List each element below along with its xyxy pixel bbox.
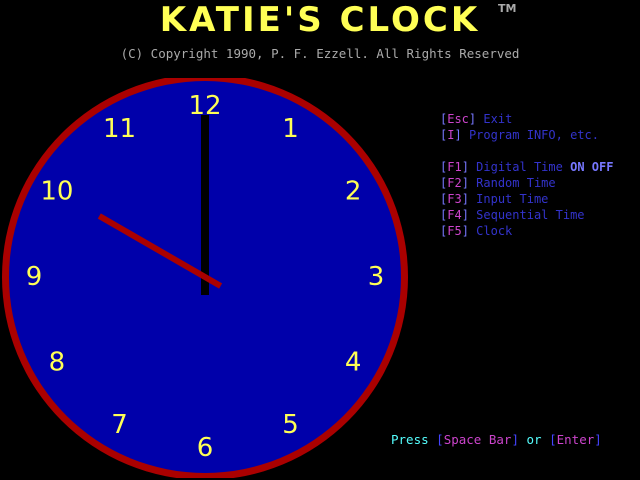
clock-numeral-7: 7 [111,410,128,440]
screen: KATIE'S CLOCK TM (C) Copyright 1990, P. … [0,0,640,480]
menu-key: F2 [447,176,462,190]
menu-label: Random Time [476,176,556,190]
analog-clock: 121234567891011 [2,78,408,478]
copyright-notice: (C) Copyright 1990, P. F. Ezzell. All Ri… [120,46,520,61]
enter-key[interactable]: Enter [557,432,595,447]
trademark-mark: TM [498,2,517,15]
clock-numeral-1: 1 [282,114,299,144]
menu-item-exit[interactable]: [Esc] Exit [440,111,613,127]
menu-key: F3 [447,192,462,206]
menu-label: Exit [483,112,513,126]
prompt-press: Press [391,432,429,447]
continue-prompt: Press [Space Bar] or [Enter] [391,432,602,447]
menu-label: Digital Time [476,160,563,174]
menu-item-clock[interactable]: [F5] Clock [440,223,613,239]
digital-off-toggle[interactable]: OFF [592,160,614,174]
menu-item-digital-time[interactable]: [F1] Digital Time ON OFF [440,159,613,175]
menu-label: Clock [476,224,513,238]
menu-item-input-time[interactable]: [F3] Input Time [440,191,613,207]
menu-key: F1 [447,160,462,174]
clock-numeral-11: 11 [103,114,136,144]
clock-numeral-9: 9 [26,262,43,292]
clock-numeral-8: 8 [49,348,66,378]
digital-on-toggle[interactable]: ON [570,160,584,174]
menu-key: F4 [447,208,462,222]
clock-numeral-6: 6 [197,433,214,463]
clock-numeral-5: 5 [282,410,299,440]
menu-label: Program INFO, etc. [468,128,599,142]
clock-numeral-4: 4 [345,348,362,378]
menu-item-sequential-time[interactable]: [F4] Sequential Time [440,207,613,223]
prompt-or: or [526,432,542,447]
menu-key: F5 [447,224,462,238]
clock-numeral-3: 3 [368,262,385,292]
space-bar-key[interactable]: Space Bar [444,432,512,447]
menu-key: Esc [447,112,469,126]
app-title: KATIE'S CLOCK [159,0,481,40]
clock-numeral-10: 10 [40,177,73,207]
command-menu: [Esc] Exit [I] Program INFO, etc. [F1] D… [440,111,613,239]
menu-spacer [440,143,613,159]
menu-item-info[interactable]: [I] Program INFO, etc. [440,127,613,143]
menu-item-random-time[interactable]: [F2] Random Time [440,175,613,191]
clock-numeral-2: 2 [345,177,362,207]
menu-label: Sequential Time [476,208,585,222]
menu-label: Input Time [476,192,549,206]
